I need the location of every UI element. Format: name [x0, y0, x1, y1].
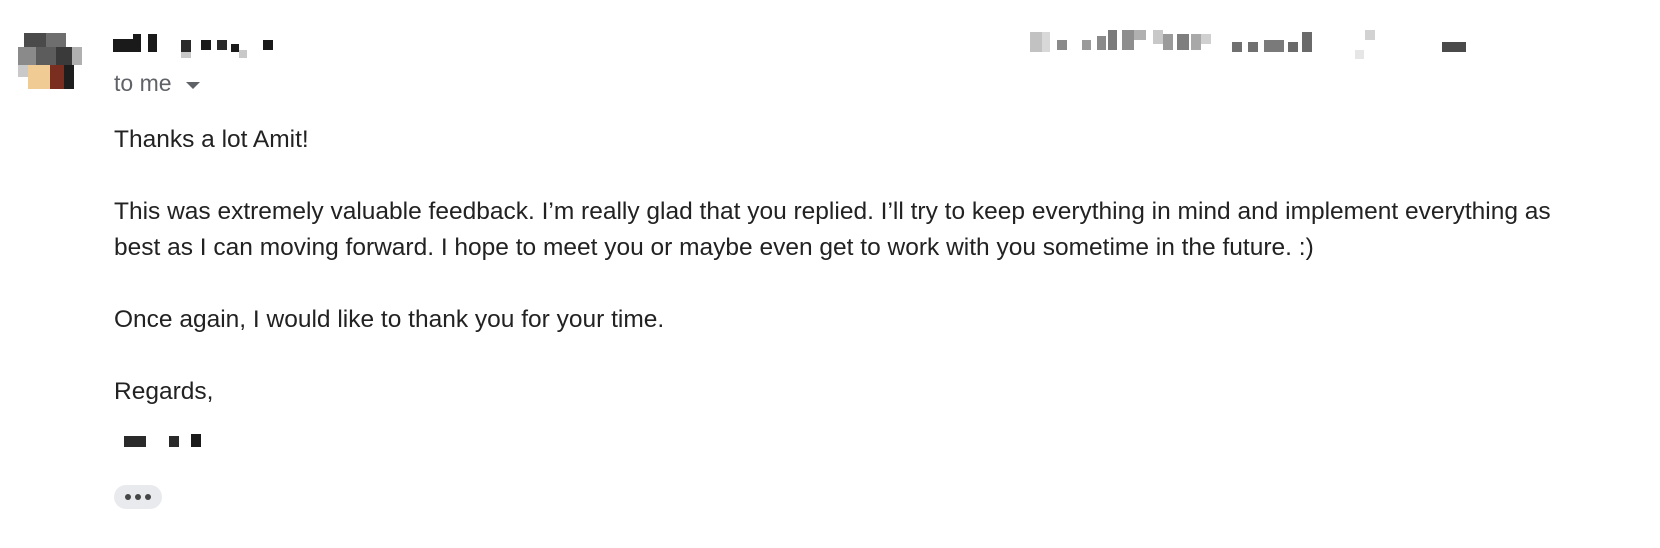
timestamp-pixel [1042, 32, 1050, 52]
timestamp-pixel [1365, 30, 1375, 40]
avatar-pixel [56, 47, 72, 65]
sender-pixel [113, 39, 133, 52]
timestamp-pixel [1288, 42, 1298, 52]
signature-pixel [169, 436, 179, 447]
recipient-details-toggle[interactable]: to me [114, 70, 200, 97]
timestamp-pixel [1108, 30, 1117, 50]
avatar-pixel [18, 47, 36, 65]
sender-pixel [239, 50, 247, 58]
timestamp-pixel [1264, 40, 1284, 52]
message-thanks: Once again, I would like to thank you fo… [114, 306, 665, 333]
timestamp-pixel [1302, 32, 1312, 52]
more-horizontal-icon [125, 494, 151, 500]
sender-pixel [133, 34, 141, 52]
avatar-pixel [64, 65, 74, 89]
chevron-down-icon[interactable] [185, 82, 200, 89]
sender-pixel [263, 40, 273, 50]
timestamp-pixel [1191, 34, 1201, 50]
timestamp-pixel [1057, 40, 1067, 50]
sender-pixel [181, 40, 191, 52]
timestamp-pixel [1442, 42, 1466, 52]
message-paragraph-line-2: best as I can moving forward. I hope to … [114, 234, 1314, 261]
message-timestamp [1030, 30, 1590, 66]
message-greeting: Thanks a lot Amit! [114, 126, 309, 153]
signature-name [124, 434, 204, 448]
sender-pixel [217, 40, 227, 50]
show-trimmed-content-button[interactable] [114, 485, 162, 509]
timestamp-pixel [1163, 34, 1173, 50]
sender-pixel [231, 44, 239, 52]
avatar-pixel [46, 33, 66, 47]
timestamp-pixel [1097, 36, 1106, 50]
sender-avatar[interactable] [18, 33, 82, 89]
recipient-label: to me [114, 70, 172, 96]
timestamp-pixel [1201, 34, 1211, 44]
avatar-pixel [72, 47, 82, 65]
timestamp-pixel [1248, 42, 1258, 52]
sender-pixel [201, 40, 211, 50]
signature-pixel [124, 436, 146, 447]
avatar-pixel [36, 47, 56, 65]
sender-name [113, 34, 293, 60]
timestamp-pixel [1177, 34, 1189, 50]
sender-pixel [148, 34, 157, 52]
timestamp-pixel [1030, 32, 1042, 52]
timestamp-pixel [1232, 42, 1242, 52]
message-paragraph-line-1: This was extremely valuable feedback. I’… [114, 198, 1551, 225]
avatar-pixel [24, 33, 46, 47]
message-closing: Regards, [114, 378, 214, 405]
avatar-pixel [50, 65, 64, 89]
avatar-pixel [18, 65, 28, 77]
timestamp-pixel [1082, 40, 1091, 50]
timestamp-pixel [1122, 30, 1134, 50]
avatar-pixel [28, 65, 50, 89]
timestamp-pixel [1134, 30, 1146, 40]
sender-pixel [181, 52, 191, 58]
signature-pixel [191, 434, 201, 447]
timestamp-pixel [1153, 30, 1163, 44]
timestamp-pixel [1355, 50, 1364, 59]
